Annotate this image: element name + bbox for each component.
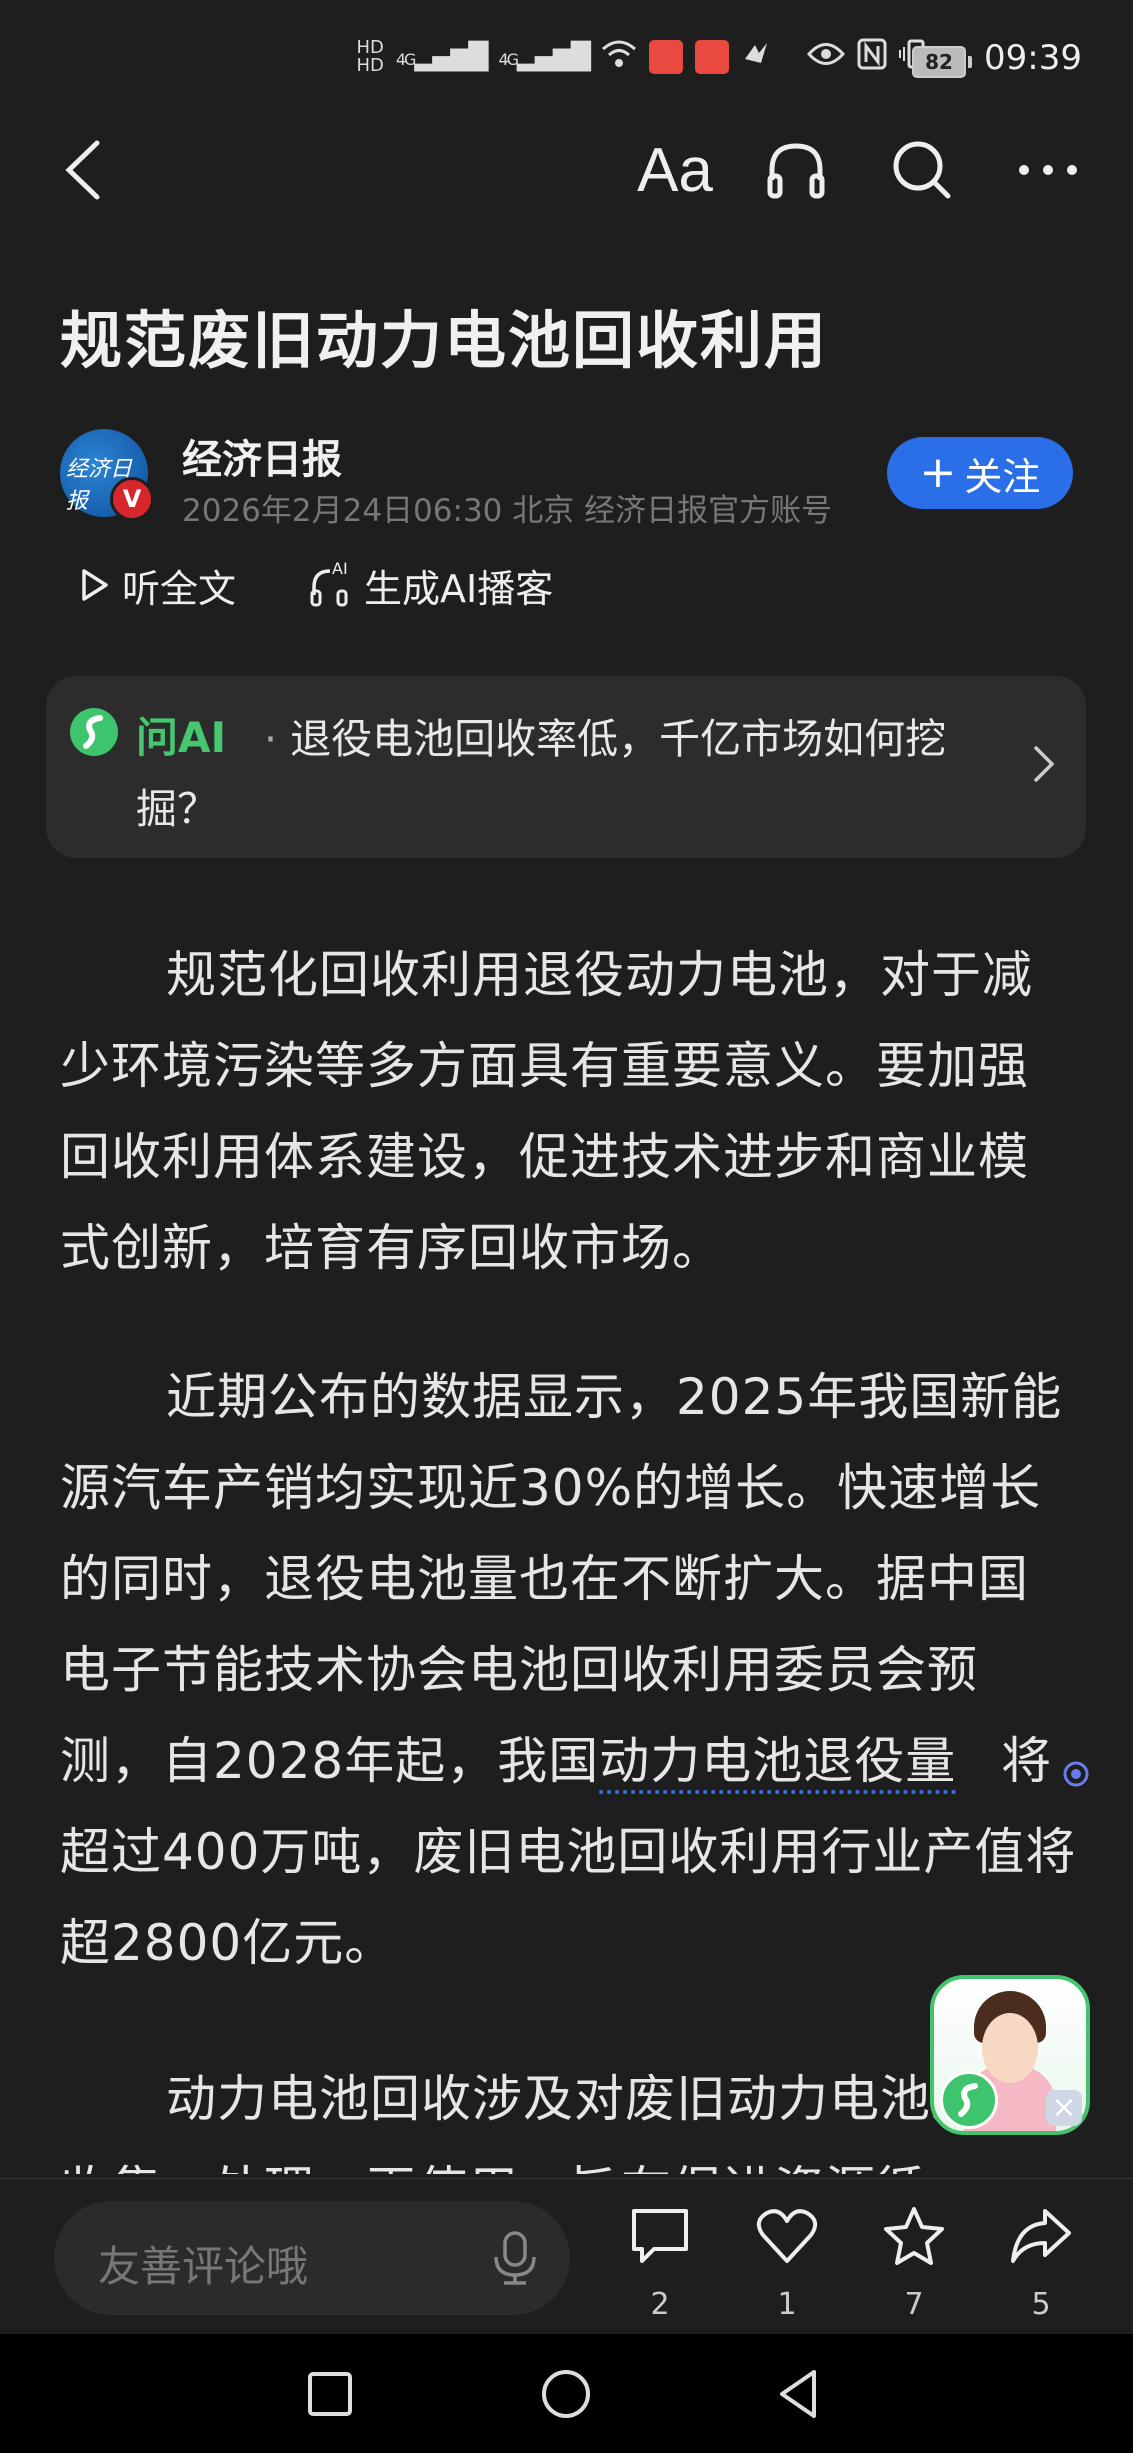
ai-logo-icon	[70, 708, 118, 756]
triangle-back-icon	[780, 2370, 816, 2418]
home-button[interactable]	[536, 2364, 596, 2424]
ai-podcast-button[interactable]: AI 生成AI播客	[308, 558, 553, 613]
signal-icon: 4G▂▄▆█	[395, 42, 489, 72]
ai-explain-icon[interactable]	[956, 1726, 1089, 1787]
circle-icon	[542, 2370, 590, 2418]
system-back-button[interactable]	[770, 2364, 830, 2424]
comment-button[interactable]: 2	[610, 2205, 710, 2325]
paragraph-3: 动力电池回收涉及对废旧动力电池进行收集、处理、再使用，旨在促进资源循	[60, 2070, 1033, 2174]
listen-row: 听全文 AI 生成AI播客	[80, 555, 625, 615]
comment-count: 2	[650, 2287, 670, 2322]
assistant-face	[982, 2013, 1038, 2083]
search-icon	[893, 141, 951, 199]
favorite-count: 7	[904, 2287, 924, 2322]
paragraph-2-text: 近期公布的数据显示，2025年我国新能源汽车产销均实现近30%的增长。快速增长的…	[60, 1368, 1063, 1790]
status-bar: HD HD 4G▂▄▆█ 4G▂▄▆█ 82 09:39	[0, 0, 1133, 120]
paragraph-2: 近期公布的数据显示，2025年我国新能源汽车产销均实现近30%的增长。快速增长的…	[60, 1352, 1089, 1989]
paragraph-1: 规范化回收利用退役动力电池，对于减少环境污染等多方面具有重要意义。要加强回收利用…	[60, 946, 1033, 1277]
comment-icon	[632, 2209, 688, 2263]
listen-full-button[interactable]: 听全文	[80, 558, 236, 613]
ai-question-text: 退役电池回收率低，千亿市场如何挖掘？	[136, 715, 947, 833]
back-button[interactable]	[42, 130, 122, 210]
author-name[interactable]: 经济日报	[182, 427, 342, 485]
like-button[interactable]: 1	[737, 2205, 837, 2325]
follow-button[interactable]: + 关注	[887, 437, 1073, 509]
more-dots-icon	[1019, 165, 1077, 175]
share-icon	[1011, 2209, 1071, 2263]
signal-icon-2: 4G▂▄▆█	[498, 42, 591, 72]
article-title: 规范废旧动力电池回收利用	[60, 304, 829, 377]
search-button[interactable]	[882, 130, 962, 210]
star-icon	[884, 2207, 944, 2265]
author-avatar[interactable]: 经济日报 V	[60, 429, 154, 521]
ai-mini-logo-icon	[940, 2071, 998, 2129]
listen-audio-button[interactable]	[756, 130, 836, 210]
comment-placeholder: 友善评论哦	[98, 2242, 309, 2291]
font-size-button[interactable]: Aa	[630, 130, 720, 210]
favorite-button[interactable]: 7	[864, 2205, 964, 2325]
nfc-icon	[857, 38, 887, 76]
share-count: 5	[1031, 2287, 1051, 2322]
system-navigation-bar	[0, 2334, 1133, 2453]
headphones-icon	[767, 143, 825, 199]
ai-tag: AI	[332, 559, 348, 578]
play-icon	[82, 569, 108, 601]
plus-icon: +	[919, 447, 957, 498]
wifi-icon	[601, 39, 637, 75]
ai-separator: ·	[264, 715, 278, 763]
app-notification-icon-2	[695, 40, 729, 74]
like-count: 1	[777, 2287, 797, 2322]
ask-ai-label: 问AI	[136, 713, 227, 762]
follow-label: 关注	[964, 454, 1041, 499]
close-float-button[interactable]: ×	[1046, 2090, 1082, 2126]
eye-icon	[806, 41, 846, 73]
heart-icon	[756, 2209, 818, 2263]
chevron-left-icon	[65, 140, 100, 200]
author-row: 经济日报 V 经济日报 2026年2月24日06:30 北京 经济日报官方账号 …	[60, 425, 1073, 529]
term-link-battery-retirement[interactable]: 动力电池退役量	[599, 1732, 957, 1794]
microphone-icon[interactable]	[490, 2229, 540, 2291]
ask-ai-card[interactable]: · 退役电池回收率低，千亿市场如何挖掘？ 问AI	[46, 676, 1086, 858]
ai-headphones-icon: AI	[308, 559, 352, 607]
bird-icon	[741, 39, 771, 75]
font-size-label: Aa	[637, 135, 713, 205]
ai-podcast-label: 生成AI播客	[364, 566, 554, 611]
square-icon	[308, 2372, 352, 2416]
status-icons: HD HD 4G▂▄▆█ 4G▂▄▆█	[356, 38, 933, 76]
chevron-right-icon	[1032, 742, 1056, 790]
recents-button[interactable]	[300, 2364, 360, 2424]
battery-indicator: 82	[912, 46, 972, 78]
verified-badge-icon: V	[110, 477, 154, 521]
listen-full-label: 听全文	[122, 566, 237, 611]
share-button[interactable]: 5	[991, 2205, 1091, 2325]
app-notification-icon	[649, 40, 683, 74]
author-meta: 2026年2月24日06:30 北京 经济日报官方账号	[182, 493, 833, 529]
comment-input[interactable]: 友善评论哦	[54, 2201, 570, 2315]
clock: 09:39	[984, 38, 1082, 78]
ai-question: · 退役电池回收率低，千亿市场如何挖掘？	[136, 704, 1016, 844]
hd-icon: HD HD	[356, 37, 384, 76]
bottom-action-bar: 友善评论哦 2 1 7 5	[0, 2178, 1133, 2335]
more-button[interactable]	[1008, 130, 1088, 210]
